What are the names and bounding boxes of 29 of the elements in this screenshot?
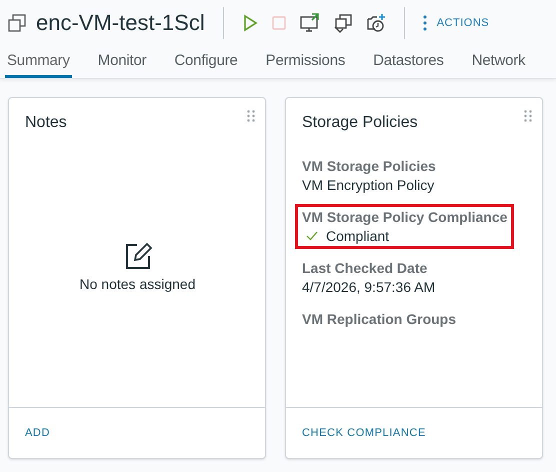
- field-label: VM Storage Policies: [302, 158, 436, 174]
- drag-handle-icon[interactable]: [524, 110, 532, 122]
- field-value: 4/7/2026, 9:57:36 AM: [302, 279, 436, 295]
- card-title: Notes: [25, 114, 68, 132]
- tab[interactable]: Network: [470, 50, 528, 78]
- vm-title: enc-VM-test-1Scl: [36, 10, 205, 36]
- migrate-icon[interactable]: [332, 13, 353, 33]
- field-label: VM Storage Policy Compliance: [302, 209, 508, 225]
- field-label: Last Checked Date: [302, 260, 428, 276]
- card-title: Storage Policies: [302, 114, 419, 132]
- tab[interactable]: Datastores: [371, 50, 446, 78]
- tab[interactable]: Monitor: [96, 50, 148, 78]
- tab[interactable]: Configure: [172, 50, 240, 78]
- tab[interactable]: Permissions: [264, 50, 348, 78]
- check-icon: [306, 231, 318, 241]
- field-value: VM Encryption Policy: [302, 177, 434, 193]
- card-footer-link[interactable]: CHECK COMPLIANCE: [302, 427, 426, 439]
- tab[interactable]: Summary: [5, 50, 72, 78]
- snapshot-icon[interactable]: [366, 13, 386, 33]
- empty-notes-message: No notes assigned: [80, 276, 196, 292]
- drag-handle-icon[interactable]: [247, 110, 255, 122]
- vm-icon: [8, 14, 26, 32]
- card-footer-link[interactable]: ADD: [25, 427, 50, 439]
- field-label: VM Replication Groups: [302, 311, 456, 327]
- more-icon: [422, 15, 427, 31]
- play-icon[interactable]: [242, 14, 258, 32]
- field-value: Compliant: [326, 228, 390, 244]
- monitor-icon[interactable]: [300, 13, 320, 33]
- actions-menu[interactable]: ACTIONS: [422, 15, 490, 31]
